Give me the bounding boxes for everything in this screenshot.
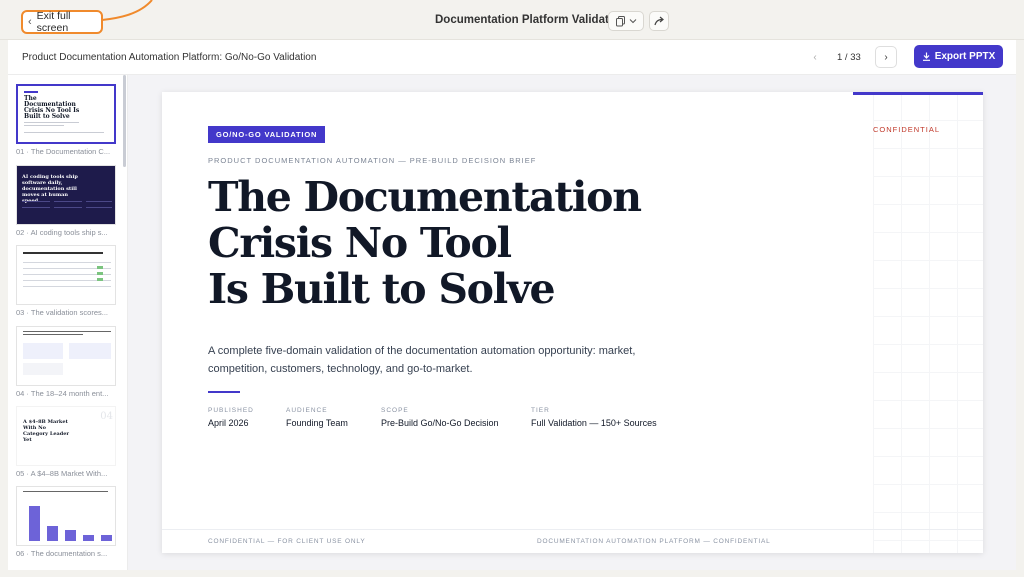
exit-full-screen-label: Exit full screen — [36, 10, 71, 34]
thumbnail-item[interactable]: A $4–8B Market With No Category Leader Y… — [16, 406, 116, 478]
thumbnail-text-line — [23, 252, 103, 254]
slide-tag: GO/NO-GO VALIDATION — [208, 126, 326, 143]
confidential-label: CONFIDENTIAL — [873, 125, 941, 134]
thumbnail-section-number: 04 — [100, 411, 113, 422]
meta-published: PUBLISHED April 2026 — [208, 407, 254, 428]
slide-eyebrow: PRODUCT DOCUMENTATION AUTOMATION — PRE-B… — [208, 156, 537, 165]
thumbnail-status-cell — [97, 272, 103, 275]
thumbnail-text-line — [54, 201, 82, 202]
thumbnail-chart-bar — [47, 526, 58, 541]
thumbnail-accent — [24, 91, 38, 93]
share-button[interactable] — [649, 11, 669, 31]
slide-thumbnail-5[interactable]: A $4–8B Market With No Category Leader Y… — [16, 406, 116, 466]
meta-key: TIER — [531, 407, 550, 414]
thumbnail-text-line — [86, 207, 112, 208]
meta-scope: SCOPE Pre-Build Go/No-Go Decision — [381, 407, 499, 428]
slide-lede: A complete five-domain validation of the… — [208, 345, 636, 375]
headline-line-3: Is Built to Solve — [208, 265, 556, 313]
meta-value: April 2026 — [208, 418, 249, 428]
thumbnail-text-line — [24, 125, 64, 126]
top-bar: ‹ Exit full screen Documentation Platfor… — [0, 0, 1024, 40]
export-pptx-label: Export PPTX — [934, 51, 996, 62]
thumbnail-label: 06 · The documentation s... — [16, 549, 108, 558]
thumbnail-table-line — [23, 286, 111, 287]
thumbnail-text-line — [22, 207, 50, 208]
thumbnail-title: A $4–8B Market With No Category Leader Y… — [23, 419, 70, 443]
previous-slide-button[interactable]: ‹ — [805, 47, 825, 67]
thumbnail-text-line — [22, 201, 50, 202]
slide-thumbnail-6[interactable] — [16, 486, 116, 546]
thumbnail-text-line — [23, 334, 83, 335]
grid-decoration — [873, 92, 983, 553]
thumbnail-label: 05 · A $4–8B Market With... — [16, 469, 108, 478]
thumbnail-card — [23, 363, 63, 375]
headline-line-2: Crisis No Tool — [208, 219, 512, 267]
thumbnail-chart-bar — [83, 535, 94, 541]
thumbnail-text-line — [23, 331, 111, 332]
deck-toolbar: Product Documentation Automation Platfor… — [8, 40, 1016, 75]
chevron-down-icon — [629, 19, 636, 24]
meta-tier: TIER Full Validation — 150+ Sources — [531, 407, 657, 428]
thumbnail-card — [23, 343, 63, 359]
thumbnail-text-line — [23, 491, 108, 492]
slide-thumbnail-4[interactable] — [16, 326, 116, 386]
thumbnail-chart-bar — [101, 535, 112, 541]
slide-footer-divider — [162, 529, 983, 530]
thumbnail-card — [69, 343, 111, 359]
thumbnail-text-line — [54, 207, 82, 208]
thumbnail-label: 02 · AI coding tools ship s... — [16, 228, 108, 237]
thumbnail-text-line — [24, 122, 79, 123]
thumbnail-chart-bar — [65, 530, 76, 541]
thumbnail-chart-bar — [29, 506, 40, 541]
thumbnail-label: 01 · The Documentation C... — [16, 147, 111, 156]
copy-icon — [615, 15, 625, 26]
meta-key: AUDIENCE — [286, 407, 328, 414]
headline-line-1: The Documentation — [208, 173, 642, 221]
meta-key: SCOPE — [381, 407, 409, 414]
thumbnail-item[interactable]: 03 · The validation scores... — [16, 245, 116, 317]
export-pptx-button[interactable]: Export PPTX — [914, 45, 1003, 68]
slide-thumbnail-2[interactable]: AI coding tools ship software daily, doc… — [16, 165, 116, 225]
annotation-arrow-icon — [101, 0, 153, 21]
slide-thumbnail-sidebar[interactable]: The Documentation Crisis No Tool Is Buil… — [8, 75, 128, 570]
thumbnail-status-cell — [97, 278, 103, 281]
document-title: Documentation Platform Validation — [435, 14, 627, 26]
thumbnail-text-line — [86, 201, 112, 202]
slide-canvas: GO/NO-GO VALIDATION CONFIDENTIAL PRODUCT… — [162, 92, 983, 553]
meta-value: Pre-Build Go/No-Go Decision — [381, 418, 499, 428]
slide-headline: The Documentation Crisis No Tool Is Buil… — [208, 173, 642, 313]
deck-title: Product Documentation Automation Platfor… — [22, 52, 317, 63]
thumbnail-title: The Documentation Crisis No Tool Is Buil… — [24, 95, 80, 120]
slide-thumbnail-1[interactable]: The Documentation Crisis No Tool Is Buil… — [16, 84, 116, 144]
page-indicator: 1 / 33 — [837, 52, 861, 63]
thumbnail-item[interactable]: 04 · The 18–24 month ent... — [16, 326, 116, 398]
meta-value: Founding Team — [286, 418, 348, 428]
meta-audience: AUDIENCE Founding Team — [286, 407, 348, 428]
thumbnail-item[interactable]: AI coding tools ship software daily, doc… — [16, 165, 116, 237]
thumbnail-label: 04 · The 18–24 month ent... — [16, 389, 109, 398]
thumbnail-status-cell — [97, 266, 103, 269]
download-icon — [922, 52, 930, 61]
sidebar-scrollbar[interactable] — [123, 75, 126, 167]
slide-thumbnail-3[interactable] — [16, 245, 116, 305]
thumbnail-text-line — [24, 132, 104, 133]
thumbnail-item[interactable]: 06 · The documentation s... — [16, 486, 116, 558]
slide-footer-right: DOCUMENTATION AUTOMATION PLATFORM — CONF… — [537, 538, 771, 545]
chevron-left-icon: ‹ — [28, 16, 32, 28]
thumbnail-label: 03 · The validation scores... — [16, 308, 108, 317]
next-slide-button[interactable]: › — [875, 46, 897, 68]
meta-key: PUBLISHED — [208, 407, 254, 414]
thumbnail-title: AI coding tools ship software daily, doc… — [22, 174, 78, 204]
share-icon — [653, 16, 664, 26]
copy-menu-button[interactable] — [608, 11, 644, 31]
slide-divider — [208, 391, 240, 393]
thumbnail-item[interactable]: The Documentation Crisis No Tool Is Buil… — [16, 84, 116, 156]
exit-full-screen-button[interactable]: ‹ Exit full screen — [21, 10, 103, 34]
slide-accent-line — [853, 92, 983, 95]
slide-footer-left: CONFIDENTIAL — FOR CLIENT USE ONLY — [208, 538, 366, 545]
thumbnail-table-line — [23, 262, 111, 263]
meta-value: Full Validation — 150+ Sources — [531, 418, 657, 428]
